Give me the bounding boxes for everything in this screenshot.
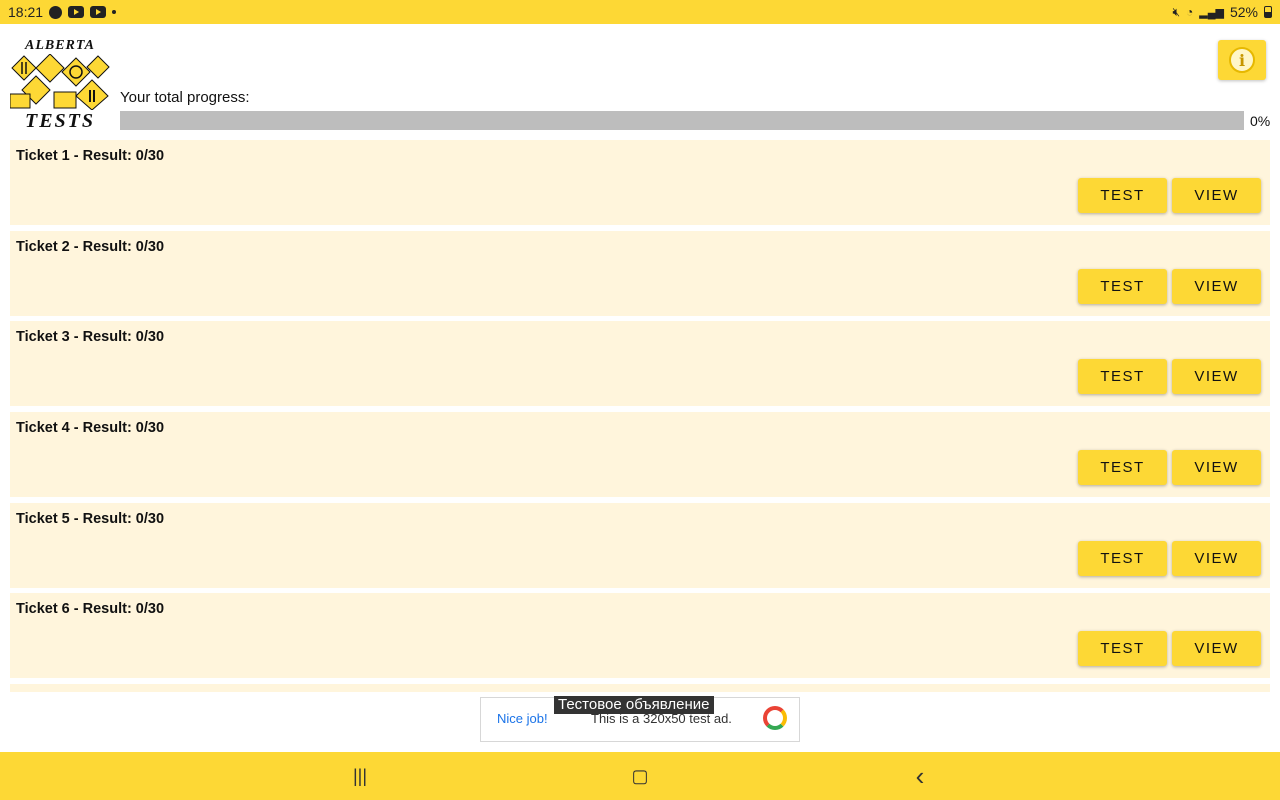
view-button[interactable]: VIEW <box>1172 450 1261 486</box>
ticket-card: Ticket 5 - Result: 0/30 TEST VIEW <box>10 502 1270 588</box>
back-icon: ‹ <box>915 760 925 791</box>
test-button[interactable]: TEST <box>1078 178 1167 213</box>
home-button[interactable]: ▢ <box>610 752 670 800</box>
ticket-title: Ticket 2 - Result: 0/30 <box>16 238 165 255</box>
view-button[interactable]: VIEW <box>1172 359 1261 395</box>
mute-icon: 🔇︎ <box>1172 4 1180 19</box>
ticket-card: Ticket 1 - Result: 0/30 TEST VIEW <box>10 140 1270 225</box>
ticket-card: Ticket 3 - Result: 0/30 TEST VIEW <box>10 321 1270 407</box>
view-button[interactable]: VIEW <box>1172 268 1261 304</box>
view-button[interactable]: VIEW <box>1172 631 1261 667</box>
test-button[interactable]: TEST <box>1078 450 1167 486</box>
home-icon: ▢ <box>631 765 649 786</box>
app-notification-icon <box>49 5 63 19</box>
ticket-list[interactable]: Ticket 1 - Result: 0/30 TEST VIEW Ticket… <box>10 140 1270 692</box>
header: ALBERTA TESTS Your total progress: 0% i <box>0 24 1280 136</box>
youtube-icon <box>68 6 85 18</box>
ticket-title: Ticket 6 - Result: 0/30 <box>16 601 165 618</box>
youtube-icon <box>90 6 107 18</box>
progress-bar <box>120 111 1244 130</box>
recents-button[interactable]: ||| <box>330 752 390 800</box>
ad-logo-icon <box>763 706 787 730</box>
recents-icon: ||| <box>352 765 368 786</box>
more-notifications-icon <box>112 10 117 14</box>
battery-percent: 52% <box>1229 4 1258 20</box>
status-bar: 18:21 🔇︎ ◔ ▂▄▆ 52% <box>0 0 1280 24</box>
test-button[interactable]: TEST <box>1078 540 1167 576</box>
view-button[interactable]: VIEW <box>1172 178 1261 213</box>
back-button[interactable]: ‹ <box>890 752 950 800</box>
ticket-card: Ticket 4 - Result: 0/30 TEST VIEW <box>10 412 1270 498</box>
app-logo: ALBERTA TESTS <box>10 38 110 132</box>
logo-title-top: ALBERTA <box>24 38 96 53</box>
progress-percent: 0% <box>1250 113 1271 129</box>
road-signs-icon <box>10 54 110 110</box>
logo-title-bottom: TESTS <box>24 110 96 132</box>
progress-label: Your total progress: <box>120 89 250 106</box>
view-button[interactable]: VIEW <box>1172 540 1261 576</box>
test-button[interactable]: TEST <box>1078 359 1167 395</box>
ticket-card: Ticket 6 - Result: 0/30 TEST VIEW <box>10 593 1270 679</box>
ad-test-label: Тестовое объявление <box>554 696 714 714</box>
clock: 18:21 <box>8 4 44 20</box>
test-button[interactable]: TEST <box>1078 268 1167 304</box>
signal-icon: ▂▄▆ <box>1199 6 1224 19</box>
ticket-title: Ticket 5 - Result: 0/30 <box>16 510 165 527</box>
ticket-title: Ticket 3 - Result: 0/30 <box>16 329 165 346</box>
ticket-title: Ticket 1 - Result: 0/30 <box>16 148 165 164</box>
ticket-card-partial <box>10 684 1270 692</box>
ticket-card: Ticket 2 - Result: 0/30 TEST VIEW <box>10 230 1270 316</box>
ticket-title: Ticket 4 - Result: 0/30 <box>16 420 165 437</box>
battery-icon <box>1264 6 1272 18</box>
info-button[interactable]: i <box>1218 40 1266 80</box>
wifi-icon: ◔ <box>1186 5 1194 19</box>
test-button[interactable]: TEST <box>1078 631 1167 667</box>
info-icon: i <box>1229 47 1255 73</box>
navigation-bar: ||| ▢ ‹ <box>0 752 1280 800</box>
ad-nice-text: Nice job! <box>497 711 548 726</box>
